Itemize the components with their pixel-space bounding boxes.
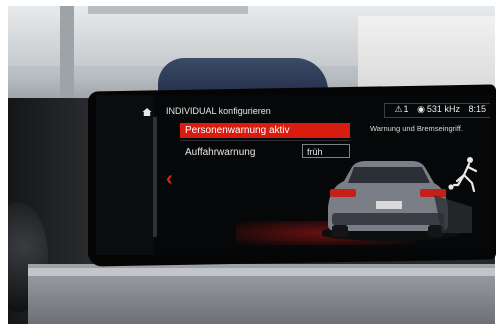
menu-item-personenwarnung[interactable]: Personenwarnung aktiv (180, 123, 350, 138)
car-illustration (322, 157, 478, 241)
car-rear-icon (322, 161, 472, 241)
console-trim (28, 268, 495, 276)
window-pillar (60, 6, 74, 106)
scroll-rail (153, 117, 157, 237)
help-text: Warnung und Bremseingriff. (370, 124, 463, 133)
menu-item-label: Personenwarnung aktiv (185, 125, 290, 136)
screen-sidebar (96, 95, 154, 255)
ceiling-beam (88, 6, 248, 14)
page-title: INDIVIDUAL konfigurieren (166, 106, 271, 116)
pedestrian-icon (448, 157, 478, 193)
idrive-screen: ‹ INDIVIDUAL konfigurieren ⚠1 ◉ 531 kHz 8… (96, 95, 490, 255)
menu-item-label: Auffahrwarnung (185, 147, 256, 158)
clock: 8:15 (468, 104, 486, 114)
back-arrow-icon[interactable]: ‹ (166, 169, 173, 189)
radio-frequency: 531 kHz (426, 104, 460, 114)
radio-icon: ◉ (417, 104, 425, 114)
home-icon[interactable] (142, 107, 152, 117)
divider (180, 140, 350, 141)
warning-triangle-icon: ⚠ (394, 104, 403, 114)
status-bar: ⚠1 ◉ 531 kHz 8:15 (388, 104, 486, 115)
warning-count: 1 (403, 104, 409, 114)
